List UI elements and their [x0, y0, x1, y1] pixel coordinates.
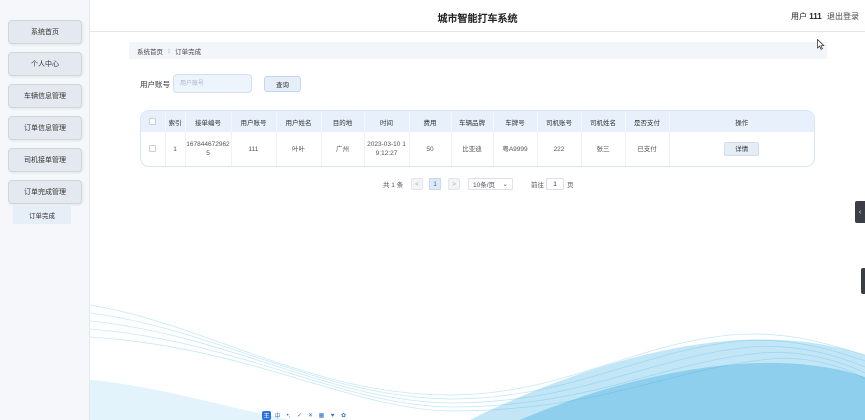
logout-link[interactable]: 退出登录	[827, 11, 859, 22]
sidebar-item-driver-accept-management[interactable]: 司机接单管理	[8, 148, 82, 172]
ime-close-icon[interactable]: ✕	[306, 411, 315, 420]
sidebar-item-label: 司机接单管理	[24, 157, 66, 164]
table-header-cell: 司机姓名	[581, 111, 626, 132]
sidebar-item-label: 个人中心	[31, 61, 59, 68]
cell-driver-account: 222	[537, 132, 582, 166]
chevron-down-icon: ⌄	[502, 181, 508, 188]
sidebar-item-home[interactable]: 系统首页	[8, 20, 82, 44]
breadcrumb: 系统首页 ⁝ 订单完成	[129, 42, 827, 59]
cell-driver-name: 张三	[581, 132, 626, 166]
table-row: 1 1678446729625 111 叶叶 广州 2023-03-10 19:…	[141, 132, 814, 166]
pagination-total: 共 1 条	[383, 182, 404, 189]
ime-check-icon[interactable]: ✓	[295, 411, 304, 420]
table-header-cell: 用户姓名	[276, 111, 322, 132]
ime-settings-icon[interactable]: ✿	[339, 411, 348, 420]
table-header-cell: 费用	[409, 111, 452, 132]
cell-user-name: 叶叶	[276, 132, 322, 166]
cell-plate: 粤A9999	[493, 132, 538, 166]
table-header-row: 索引 接单编号 用户账号 用户姓名 目的地 时间 费用 车辆品牌 车牌号 司机账…	[141, 111, 814, 132]
table-header-cell: 索引	[165, 111, 186, 132]
goto-page-input[interactable]: 1	[546, 178, 564, 190]
sidebar-item-label: 系统首页	[31, 29, 59, 36]
ime-punctuation-icon[interactable]: •,	[284, 411, 293, 420]
page-unit-label: 页	[567, 182, 574, 189]
sidebar-item-label: 车辆信息管理	[24, 93, 66, 100]
user-name: 111	[809, 12, 822, 21]
ime-heart-icon[interactable]: ♥	[328, 411, 337, 420]
breadcrumb-current: 订单完成	[175, 48, 202, 56]
search-label: 用户账号	[140, 80, 170, 89]
table-header-cell: 用户账号	[231, 111, 277, 132]
table-header-cell: 时间	[364, 111, 410, 132]
row-checkbox[interactable]	[149, 145, 157, 153]
cell-brand: 比亚迪	[451, 132, 494, 166]
pagination: 共 1 条 < 1 > 10条/页 ⌄ 前往 1 页	[0, 178, 865, 191]
ime-chinese-icon[interactable]: 中	[273, 411, 282, 420]
table-header-cell: 司机账号	[537, 111, 582, 132]
pagination-page-1[interactable]: 1	[429, 178, 441, 190]
header-select-all[interactable]	[141, 111, 166, 132]
mouse-cursor-icon	[817, 39, 825, 50]
page-size-value: 10条/页	[473, 182, 496, 189]
table-header-cell: 目的地	[321, 111, 365, 132]
ime-grid-icon[interactable]: ▦	[317, 411, 326, 420]
sidebar-item-personal-center[interactable]: 个人中心	[8, 52, 82, 76]
cell-user-account: 111	[231, 132, 277, 166]
side-handle[interactable]	[861, 268, 865, 294]
sidebar: 系统首页 个人中心 车辆信息管理 订单信息管理 司机接单管理 订单完成管理 订单…	[0, 0, 90, 420]
cell-action: 详情	[669, 132, 814, 166]
cell-index: 1	[165, 132, 186, 166]
search-button[interactable]: 查询	[264, 76, 301, 92]
ime-logo-icon[interactable]: 王	[262, 411, 271, 420]
ime-toolbar: 王 中 •, ✓ ✕ ▦ ♥ ✿	[262, 411, 352, 420]
goto-label: 前往	[531, 182, 544, 189]
cell-paid: 已支付	[625, 132, 670, 166]
wave-background	[90, 304, 865, 420]
table-header-cell: 接单编号	[185, 111, 232, 132]
table-header-cell: 车牌号	[493, 111, 538, 132]
row-select-cell[interactable]	[141, 132, 166, 166]
user-account-search-input[interactable]	[173, 74, 252, 93]
chevron-left-icon[interactable]: ‹	[855, 201, 865, 223]
page-size-select[interactable]: 10条/页 ⌄	[468, 178, 513, 190]
top-bar: 城市智能打车系统 用户 111 退出登录	[90, 0, 865, 32]
sidebar-item-vehicle-management[interactable]: 车辆信息管理	[8, 84, 82, 108]
detail-button[interactable]: 详情	[724, 142, 760, 156]
pagination-next-button[interactable]: >	[448, 178, 460, 190]
user-label: 用户	[791, 12, 807, 21]
cell-time: 2023-03-10 19:12:27	[364, 132, 410, 166]
pagination-prev-button[interactable]: <	[411, 178, 423, 190]
sidebar-item-order-management[interactable]: 订单信息管理	[8, 116, 82, 140]
cell-fee: 50	[409, 132, 452, 166]
app-title: 城市智能打车系统	[437, 14, 518, 25]
select-all-checkbox[interactable]	[149, 117, 157, 125]
sidebar-subitem-order-complete[interactable]: 订单完成	[13, 206, 71, 224]
cell-destination: 广州	[321, 132, 365, 166]
breadcrumb-home[interactable]: 系统首页	[137, 46, 163, 56]
table-header-cell: 是否支付	[625, 111, 670, 132]
cell-order-no: 1678446729625	[185, 132, 232, 166]
sidebar-subitem-label: 订单完成	[29, 213, 55, 220]
user-info: 用户 111	[791, 11, 822, 22]
breadcrumb-separator: ⁝	[168, 47, 171, 55]
orders-table: 索引 接单编号 用户账号 用户姓名 目的地 时间 费用 车辆品牌 车牌号 司机账…	[140, 110, 815, 167]
table-header-cell: 操作	[669, 111, 814, 132]
table-header-cell: 车辆品牌	[451, 111, 494, 132]
sidebar-item-label: 订单信息管理	[24, 125, 66, 132]
